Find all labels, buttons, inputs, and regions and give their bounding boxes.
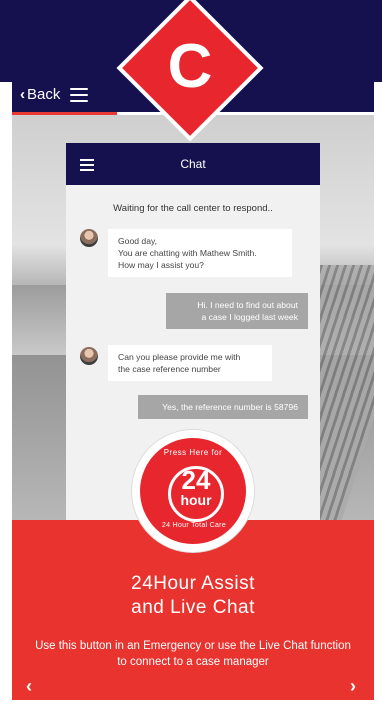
avatar-icon <box>80 347 98 365</box>
badge-top-text: Press Here for <box>163 448 223 457</box>
waiting-text: Waiting for the call center to respond.. <box>113 203 273 214</box>
app-screen: ‹ Back Chat Waiting for the call center … <box>0 0 382 705</box>
chat-message-user: Yes, the reference number is 58796 <box>138 395 308 419</box>
badge-unit: hour <box>180 492 212 508</box>
back-label: Back <box>27 86 61 103</box>
chat-title: Chat <box>180 157 206 171</box>
chat-header: Chat <box>66 143 320 185</box>
badge-bottom-text: 24 Hour Total Care <box>161 522 227 529</box>
chat-message-user: Hi. I need to find out about a case I lo… <box>166 293 308 329</box>
emergency-24hour-button[interactable]: Press Here for 24 hour 24 Hour Total Car… <box>132 430 254 552</box>
panel-description: Use this button in an Emergency or use t… <box>35 640 351 668</box>
back-button[interactable]: ‹ Back <box>20 86 60 103</box>
chat-message-agent: Good day, You are chatting with Mathew S… <box>108 229 292 277</box>
panel-title: 24Hour Assist and Live Chat <box>131 573 255 618</box>
menu-icon[interactable] <box>70 88 88 102</box>
arrow-left-icon[interactable]: ‹ <box>26 676 32 697</box>
brand-logo-letter: C <box>167 32 213 101</box>
back-chevron-icon: ‹ <box>20 86 25 103</box>
badge-number: 24 <box>181 465 211 495</box>
arrow-right-icon[interactable]: › <box>350 676 356 697</box>
chat-message-agent: Can you please provide me with the case … <box>108 345 272 381</box>
avatar-icon <box>80 229 98 247</box>
